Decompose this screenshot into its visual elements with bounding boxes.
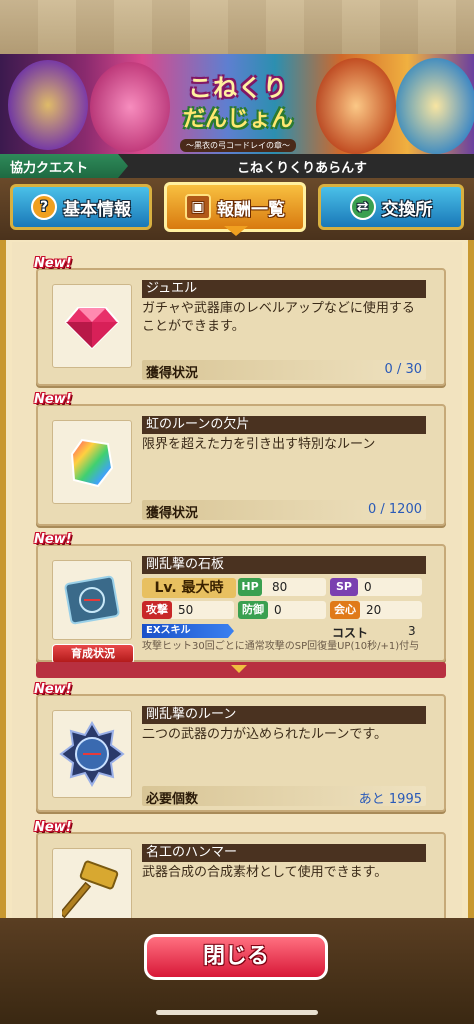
quest-header: 協力クエスト こねくりくりあらんす — [0, 154, 474, 178]
required-count: 必要個数 あと 1995 — [142, 786, 426, 807]
status-label: 必要個数 — [146, 792, 199, 807]
item-description: 武器合成の合成素材として使用できます。 — [142, 865, 388, 880]
rainbow-rune-shard-icon — [70, 438, 114, 488]
cost-value: 3 — [408, 624, 416, 638]
tab-rewards[interactable]: ▣ 報酬一覧 — [164, 182, 306, 232]
new-badge: New! — [34, 392, 72, 407]
status-label: 獲得状況 — [146, 366, 199, 381]
home-indicator[interactable] — [156, 1010, 318, 1015]
hammer-icon — [62, 860, 119, 918]
stat-sp-label: SP — [330, 578, 358, 596]
status-label: 獲得状況 — [146, 506, 199, 521]
tab-exchange-label: 交換所 — [381, 199, 433, 220]
status-value: 0 / 30 — [384, 362, 422, 377]
tab-exchange[interactable]: ⇄ 交換所 — [318, 184, 464, 230]
item-thumbnail — [52, 284, 132, 368]
reward-card-rune[interactable]: New! 剛乱撃のルーン 二つの武器の力が込められたルーンです。 必要個数 あと… — [34, 682, 446, 812]
item-description: 二つの武器の力が込められたルーンです。 — [142, 727, 388, 742]
stat-hp-label: HP — [238, 578, 262, 596]
stat-sp: SP 0 — [330, 578, 422, 596]
logo-subtitle: 〜黒衣の弓コードレイの章〜 — [180, 139, 296, 152]
growth-status-button[interactable]: 育成状況 — [52, 644, 134, 664]
stat-sp-value: 0 — [364, 580, 372, 594]
character-art-2 — [90, 62, 170, 152]
item-thumbnail — [52, 848, 132, 918]
gem-icon — [64, 307, 120, 350]
status-bar-pattern — [0, 0, 474, 54]
acquisition-status: 獲得状況 0 / 30 — [142, 360, 426, 381]
reward-card-rainbow-rune-shard[interactable]: New! 虹のルーンの欠片 限界を超えた力を引き出す特別なルーン 獲得状況 0 … — [34, 392, 446, 526]
stat-hp: HP 80 — [238, 578, 326, 596]
ex-skill-description: 攻撃ヒット30回ごとに通常攻撃のSP回復量UP(10秒/+1)付与 — [142, 641, 420, 652]
stat-defense: 防御 0 — [238, 601, 326, 619]
character-art-3 — [316, 58, 396, 154]
treasure-chest-icon: ▣ — [185, 194, 211, 220]
item-description: 限界を超えた力を引き出す特別なルーン — [142, 437, 376, 452]
acquisition-status: 獲得状況 0 / 1200 — [142, 500, 426, 521]
item-title: 剛乱撃のルーン — [142, 706, 426, 724]
stat-hp-value: 80 — [272, 580, 288, 594]
active-tab-caret — [224, 226, 248, 236]
tab-rewards-label: 報酬一覧 — [217, 199, 285, 220]
item-thumbnail — [52, 560, 132, 640]
status-value: 0 / 1200 — [368, 502, 422, 517]
character-art-1 — [8, 60, 88, 150]
event-banner: こねくり だんじょん 〜黒衣の弓コードレイの章〜 — [0, 54, 474, 154]
logo-line1: こねくり — [188, 74, 288, 102]
cost-label: コスト — [332, 626, 369, 640]
chevron-down-icon — [231, 665, 247, 673]
stat-attack: 攻撃 50 — [142, 601, 234, 619]
stat-critical: 会心 20 — [330, 601, 422, 619]
reward-list[interactable]: New! ジュエル ガチャや武器庫のレベルアップなどに使用することができます。 … — [12, 242, 462, 918]
tab-basic-info-label: 基本情報 — [63, 199, 131, 220]
status-value: あと 1995 — [358, 792, 422, 807]
stat-attack-label: 攻撃 — [142, 601, 172, 619]
quest-type-tag: 協力クエスト — [0, 154, 128, 178]
logo-line2: だんじょん — [182, 107, 293, 132]
item-description: ガチャや武器庫のレベルアップなどに使用することができます。 — [142, 301, 415, 334]
tab-basic-info[interactable]: ? 基本情報 — [10, 184, 152, 230]
quest-name: こねくりくりあらんす — [237, 161, 367, 176]
new-badge: New! — [34, 682, 72, 697]
stat-defense-label: 防御 — [238, 601, 268, 619]
quest-type-label: 協力クエスト — [10, 161, 89, 176]
max-level-label: Lv. 最大時 — [142, 578, 236, 598]
status-bar — [0, 0, 474, 54]
reward-card-jewel[interactable]: New! ジュエル ガチャや武器庫のレベルアップなどに使用することができます。 … — [34, 256, 446, 386]
event-logo: こねくり だんじょん 〜黒衣の弓コードレイの章〜 — [168, 68, 308, 152]
stat-attack-value: 50 — [178, 603, 194, 617]
bottom-bar: 閉じる — [0, 918, 474, 1024]
new-badge: New! — [34, 256, 72, 271]
character-art-4 — [396, 58, 474, 154]
item-thumbnail — [52, 420, 132, 504]
rune-icon — [59, 721, 125, 787]
item-title: ジュエル — [142, 280, 426, 298]
stat-defense-value: 0 — [274, 603, 282, 617]
close-button[interactable]: 閉じる — [144, 934, 328, 980]
question-icon: ? — [31, 194, 57, 220]
item-title: 剛乱撃の石板 — [142, 556, 426, 574]
stat-critical-label: 会心 — [330, 601, 360, 619]
item-title: 虹のルーンの欠片 — [142, 416, 426, 434]
exchange-icon: ⇄ — [349, 194, 376, 220]
stat-critical-value: 20 — [366, 603, 382, 617]
reward-card-stone-tablet[interactable]: New! 育成状況 剛乱撃の石板 Lv. 最大時 HP 80 SP 0 攻撃 5… — [34, 532, 446, 664]
reward-card-hammer[interactable]: New! 名工のハンマー 武器合成の合成素材として使用できます。 — [34, 820, 446, 918]
expand-details-bar[interactable] — [36, 662, 446, 678]
item-thumbnail — [52, 710, 132, 798]
ex-skill-label: EXスキル — [142, 624, 234, 638]
new-badge: New! — [34, 820, 72, 835]
new-badge: New! — [34, 532, 72, 547]
item-title: 名工のハンマー — [142, 844, 426, 862]
stone-tablet-icon — [64, 575, 120, 625]
